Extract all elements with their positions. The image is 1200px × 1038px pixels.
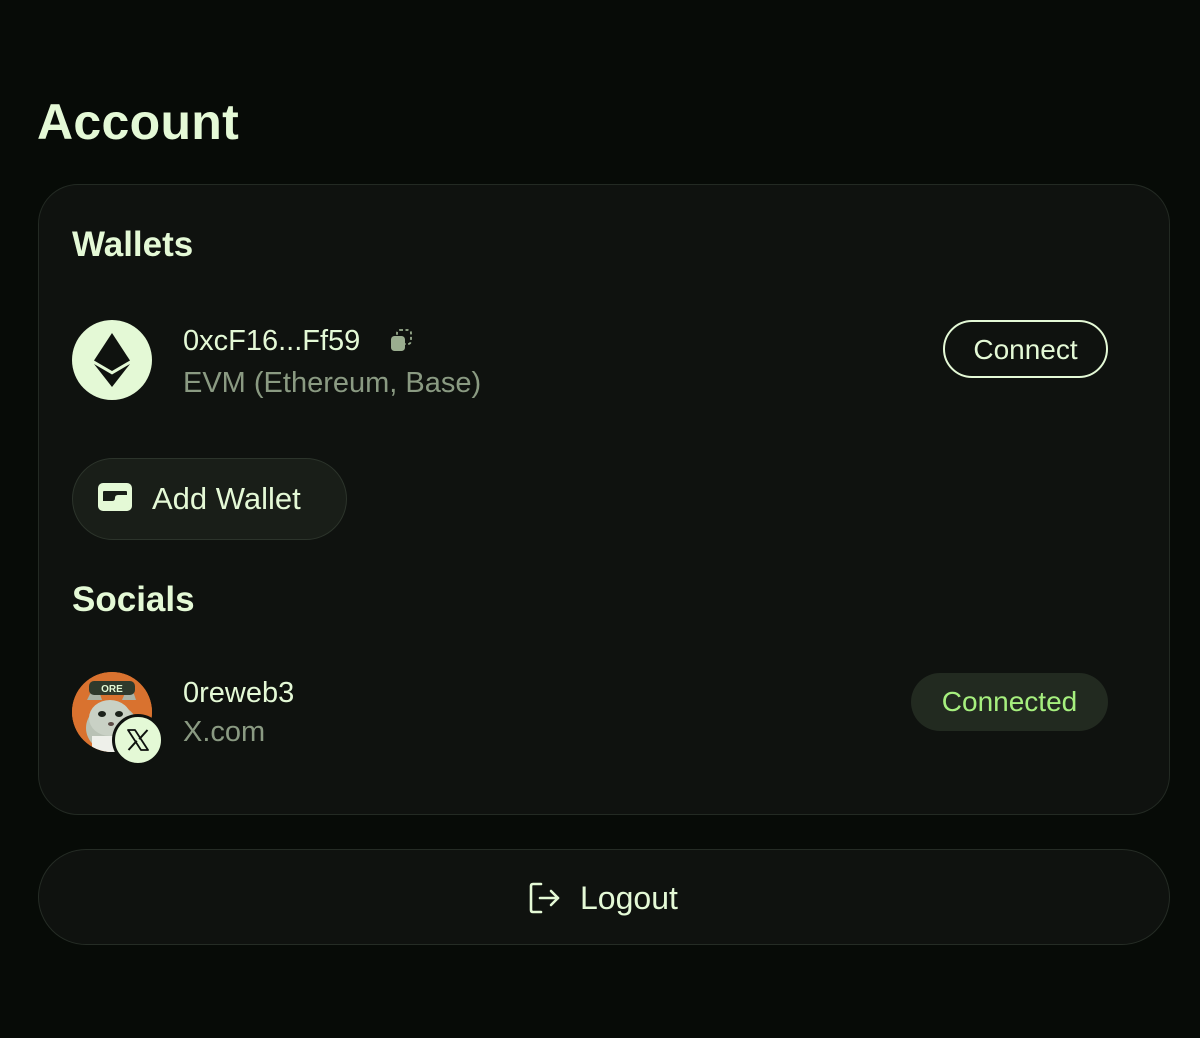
x-logo-icon <box>112 714 164 766</box>
account-card: Wallets 0xcF16...Ff59 EVM (Ethereum, Bas… <box>38 184 1170 815</box>
wallet-network: EVM (Ethereum, Base) <box>183 367 482 399</box>
add-wallet-button[interactable]: Add Wallet <box>72 458 347 540</box>
wallet-row: 0xcF16...Ff59 EVM (Ethereum, Base) Conne… <box>72 320 1108 400</box>
social-platform: X.com <box>183 716 266 748</box>
account-page: Account Wallets 0xcF16...Ff59 EVM (Ether… <box>0 0 1200 1038</box>
wallets-section-title: Wallets <box>72 225 194 264</box>
social-row: ORE 0reweb3 X.com Connected <box>72 672 1108 766</box>
copy-icon[interactable] <box>388 327 416 355</box>
social-username: 0reweb3 <box>183 677 295 709</box>
socials-section-title: Socials <box>72 580 195 619</box>
wallet-address: 0xcF16...Ff59 <box>183 325 361 357</box>
connect-wallet-button[interactable]: Connect <box>943 320 1108 378</box>
logout-icon <box>529 882 560 914</box>
add-wallet-label: Add Wallet <box>152 481 301 516</box>
page-title: Account <box>37 94 240 150</box>
connected-status-badge: Connected <box>911 673 1108 731</box>
logout-label: Logout <box>580 880 678 916</box>
avatar-cap-text: ORE <box>101 684 123 695</box>
ethereum-icon <box>72 320 152 400</box>
logout-button[interactable]: Logout <box>38 849 1170 945</box>
wallet-icon <box>98 483 132 511</box>
